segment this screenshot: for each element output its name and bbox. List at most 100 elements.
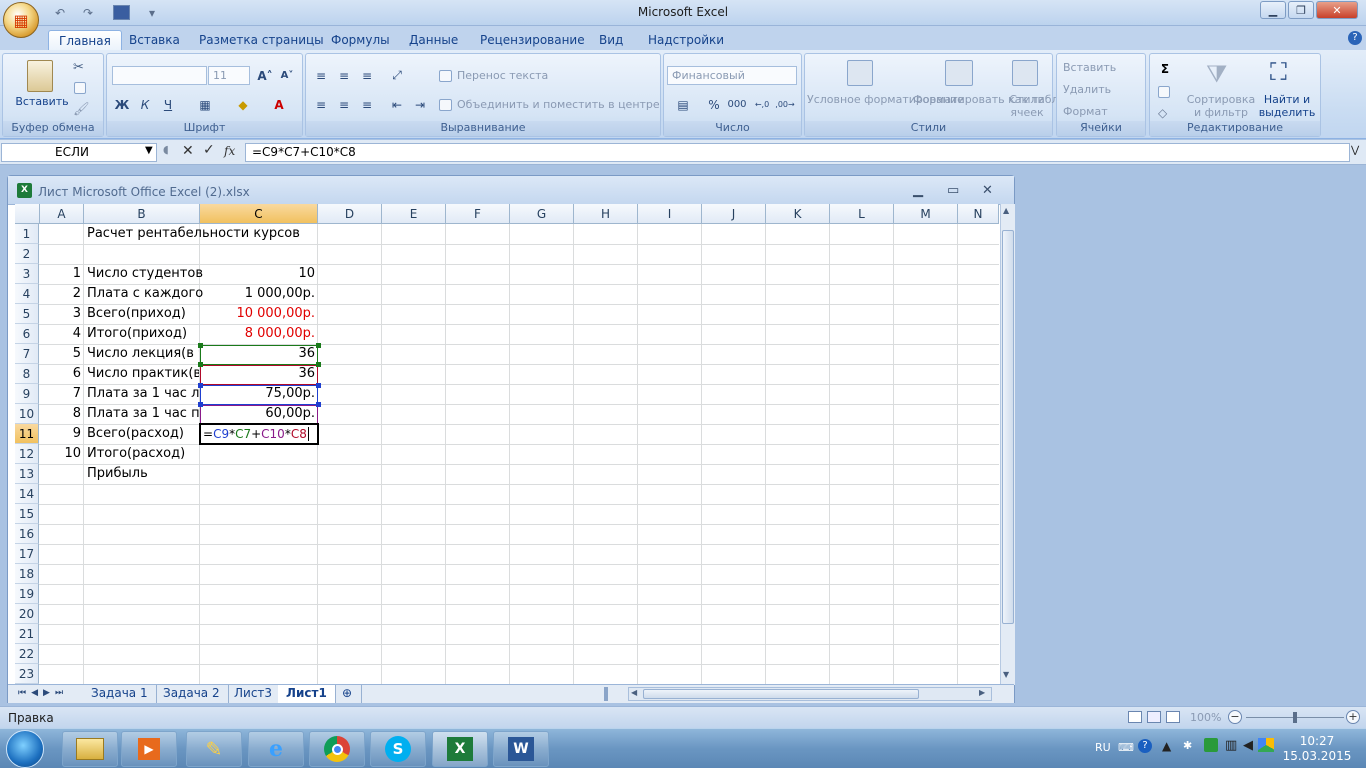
row-header[interactable]: 14 [15,484,39,504]
office-button[interactable]: ▦ [3,2,39,38]
formula-input[interactable]: =C9*C7+C10*C8 [245,143,1350,162]
row-header[interactable]: 9 [15,384,39,404]
cell-c9[interactable]: 75,00р. [200,384,318,404]
close-button[interactable]: ✕ [1316,1,1358,19]
internet-explorer-icon[interactable]: e [248,731,304,767]
cell-a8[interactable]: 6 [40,364,84,384]
increase-decimal-icon[interactable]: ←,0 [752,95,772,114]
align-top-icon[interactable]: ≡ [311,66,331,85]
tab-insert[interactable]: Вставка [119,30,190,51]
cell-b9[interactable]: Плата за 1 час лек [87,384,199,404]
font-size-combo[interactable]: 11 [208,66,250,85]
tab-addins[interactable]: Надстройки [638,30,734,51]
zoom-out-button[interactable]: − [1228,710,1242,724]
cell-b13[interactable]: Прибыль [87,464,148,484]
row-header[interactable]: 6 [15,324,39,344]
name-box[interactable]: ЕСЛИ [1,143,157,162]
cell-a3[interactable]: 1 [40,264,84,284]
autosum-button[interactable]: Σ [1155,59,1175,78]
copy-icon[interactable] [74,82,86,94]
row-header[interactable]: 17 [15,544,39,564]
tab-view[interactable]: Вид [589,30,633,51]
column-header[interactable]: M [894,204,958,224]
column-header[interactable]: K [766,204,830,224]
row-header[interactable]: 15 [15,504,39,524]
customize-qat-button[interactable]: ▾ [142,4,162,22]
workbook-close-button[interactable]: ✕ [982,183,993,198]
show-hidden-icons[interactable]: ▲ [1162,739,1171,753]
sheet-tab[interactable]: Задача 1 [83,685,157,703]
normal-view-icon[interactable] [1128,711,1142,723]
skype-icon[interactable]: S [370,731,426,767]
row-header[interactable]: 20 [15,604,39,624]
scroll-right-icon[interactable]: ▶ [979,688,985,697]
cell-styles-button[interactable]: Стили ячеек [1005,93,1049,119]
align-right-icon[interactable]: ≡ [357,95,377,114]
grow-font-button[interactable]: A˄ [255,66,275,85]
row-header[interactable]: 10 [15,404,39,424]
tray-icon[interactable]: ✱ [1183,739,1192,752]
scroll-thumb[interactable] [1002,230,1014,624]
clock[interactable]: 10:27 15.03.2015 [1277,734,1357,764]
cell-b4[interactable]: Плата с каждого [87,284,203,304]
workbook-minimize-button[interactable]: ▁ [913,183,923,198]
align-left-icon[interactable]: ≡ [311,95,331,114]
find-select-button[interactable]: Найти и выделить [1258,93,1316,119]
row-header[interactable]: 21 [15,624,39,644]
format-cells-button[interactable]: Формат [1063,105,1108,118]
row-header[interactable]: 18 [15,564,39,584]
cell-c5[interactable]: 10 000,00р. [200,304,318,324]
cell-a7[interactable]: 5 [40,344,84,364]
cut-icon[interactable]: ✂ [73,60,84,75]
row-header[interactable]: 16 [15,524,39,544]
sort-filter-button[interactable]: Сортировка и фильтр [1184,93,1258,119]
row-header[interactable]: 1 [15,224,39,244]
zoom-level[interactable]: 100% [1190,711,1221,724]
tab-formulas[interactable]: Формулы [321,30,400,51]
zoom-in-button[interactable]: + [1346,710,1360,724]
minimize-button[interactable]: ▁ [1260,1,1286,19]
keyboard-icon[interactable]: ⌨ [1118,741,1134,754]
cell-c11-formula-edit[interactable]: =C9*C7+C10*C8 [203,424,309,444]
cell-a6[interactable]: 4 [40,324,84,344]
row-header[interactable]: 13 [15,464,39,484]
paste-button[interactable]: Вставить [9,95,75,108]
sheet-tab-active[interactable]: Лист1 [278,685,336,703]
cell-b7[interactable]: Число лекция(в ча [87,344,199,364]
format-table-button[interactable]: Форматировать как таблицу [913,93,1080,106]
cell-a9[interactable]: 7 [40,384,84,404]
font-name-combo[interactable] [112,66,207,85]
word-taskbar-icon[interactable]: W [493,731,549,767]
cell-c10[interactable]: 60,00р. [200,404,318,424]
fill-icon[interactable] [1158,86,1170,98]
column-header[interactable]: E [382,204,446,224]
row-header[interactable]: 23 [15,664,39,684]
cell-b5[interactable]: Всего(приход) [87,304,186,324]
select-all-button[interactable] [15,204,40,224]
row-header[interactable]: 12 [15,444,39,464]
cell-b12[interactable]: Итого(расход) [87,444,185,464]
paint-icon[interactable]: ✎ [186,731,242,767]
expand-formula-icon[interactable]: ⋁ [1351,145,1359,156]
orientation-icon[interactable]: ⤢ [387,66,407,85]
row-header[interactable]: 7 [15,344,39,364]
fill-color-icon[interactable]: ◆ [233,95,253,114]
conditional-format-button[interactable]: Условное форматирование [807,93,964,106]
vertical-scrollbar[interactable]: ▲ ▼ [1000,204,1015,685]
scroll-up-icon[interactable]: ▲ [1003,206,1009,215]
align-center-icon[interactable]: ≡ [334,95,354,114]
format-painter-icon[interactable]: 🖌 [73,102,90,117]
sheet-tab[interactable]: Задача 2 [155,685,229,703]
name-box-dropdown-icon[interactable]: ▼ [145,145,153,156]
cell-b3[interactable]: Число студентов [87,264,203,284]
save-icon[interactable] [113,5,130,20]
row-header[interactable]: 19 [15,584,39,604]
tray-help-icon[interactable]: ? [1138,739,1152,753]
workbook-maximize-button[interactable]: ▭ [947,183,959,198]
row-header[interactable]: 2 [15,244,39,264]
decrease-decimal-icon[interactable]: ,00→ [775,95,795,114]
row-header[interactable]: 8 [15,364,39,384]
sync-icon[interactable] [1204,738,1218,752]
row-header[interactable]: 22 [15,644,39,664]
cell-b6[interactable]: Итого(приход) [87,324,187,344]
